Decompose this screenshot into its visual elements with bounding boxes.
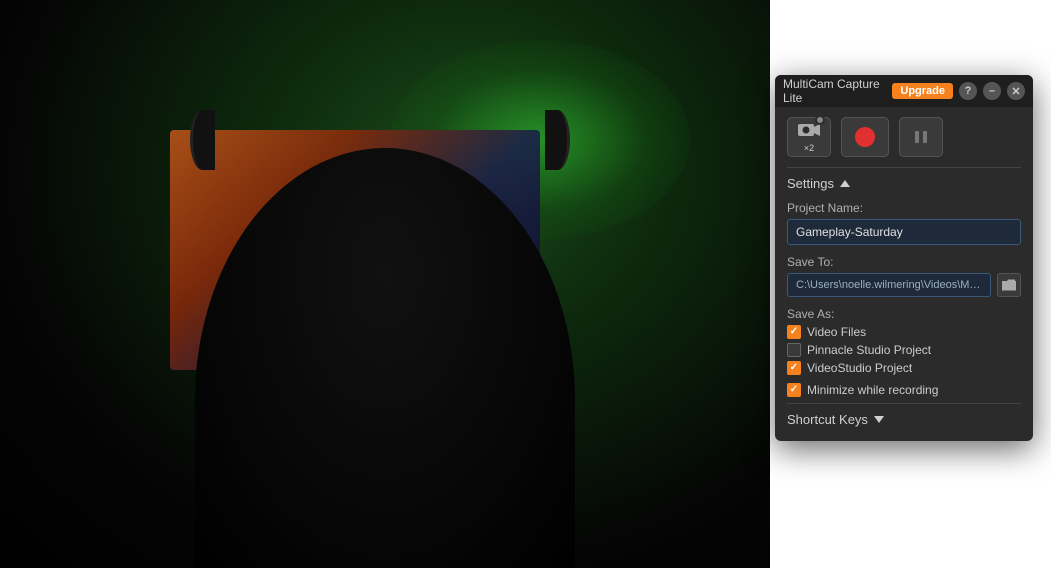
close-button[interactable]: ✕	[1007, 82, 1025, 100]
save-to-path-input[interactable]	[787, 273, 991, 297]
videostudio-label: VideoStudio Project	[807, 361, 912, 375]
minimize-label: Minimize while recording	[807, 383, 938, 397]
project-name-input[interactable]	[787, 219, 1021, 245]
project-name-label: Project Name:	[787, 201, 1021, 215]
app-title: MultiCam Capture Lite	[783, 77, 886, 105]
shortcut-keys-expand-icon	[874, 416, 884, 423]
video-files-label: Video Files	[807, 325, 866, 339]
settings-label: Settings	[787, 176, 834, 191]
save-to-row	[787, 273, 1021, 297]
help-button[interactable]: ?	[959, 82, 977, 100]
settings-collapse-icon	[840, 180, 850, 187]
save-to-label: Save To:	[787, 255, 1021, 269]
videostudio-row: ✓ VideoStudio Project	[787, 361, 1021, 375]
title-bar: MultiCam Capture Lite Upgrade ? – ✕	[775, 75, 1033, 107]
shortcut-keys-row[interactable]: Shortcut Keys	[787, 408, 1021, 431]
save-as-section: Save As: ✓ Video Files Pinnacle Studio P…	[787, 307, 1021, 375]
pinnacle-studio-label: Pinnacle Studio Project	[807, 343, 931, 357]
pause-button[interactable]	[899, 117, 943, 157]
browse-folder-button[interactable]	[997, 273, 1021, 297]
pinnacle-studio-row: Pinnacle Studio Project	[787, 343, 1021, 357]
camera-settings-button[interactable]: ×2	[787, 117, 831, 157]
minimize-window-button[interactable]: –	[983, 82, 1001, 100]
pause-icon	[912, 128, 930, 146]
app-window: MultiCam Capture Lite Upgrade ? – ✕ ×2	[775, 75, 1033, 441]
video-files-checkbox[interactable]: ✓	[787, 325, 801, 339]
record-button[interactable]	[841, 117, 889, 157]
speed-label: ×2	[804, 143, 814, 153]
toolbar: ×2	[775, 107, 1033, 167]
save-as-label: Save As:	[787, 307, 1021, 321]
headphone-right	[545, 110, 570, 170]
videostudio-checkbox[interactable]: ✓	[787, 361, 801, 375]
minimize-row: ✓ Minimize while recording	[787, 383, 1021, 397]
pinnacle-studio-checkbox[interactable]	[787, 343, 801, 357]
video-files-row: ✓ Video Files	[787, 325, 1021, 339]
minimize-checkbox[interactable]: ✓	[787, 383, 801, 397]
gear-icon	[815, 115, 825, 125]
record-circle-icon	[855, 127, 875, 147]
shortcut-keys-label: Shortcut Keys	[787, 412, 868, 427]
settings-header[interactable]: Settings	[775, 168, 1033, 197]
headphone-left	[190, 110, 215, 170]
background-image	[0, 0, 770, 568]
settings-divider	[787, 403, 1021, 404]
folder-icon	[1002, 279, 1016, 291]
upgrade-button[interactable]: Upgrade	[892, 83, 953, 99]
settings-content: Project Name: Save To: Save As: ✓ Video …	[775, 197, 1033, 441]
